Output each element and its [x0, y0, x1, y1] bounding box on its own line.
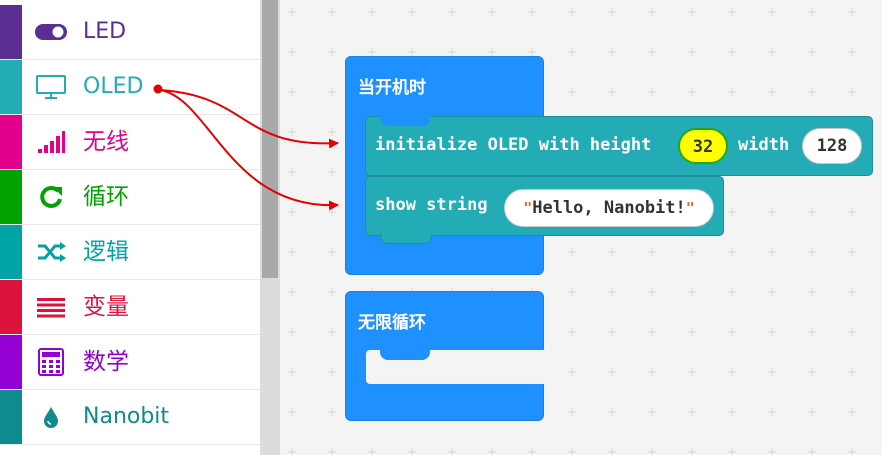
string-value: Hello, Nanobit! [532, 198, 686, 218]
category-color-stripe [0, 115, 22, 169]
category-loops[interactable]: 循环 [0, 170, 260, 225]
category-label: 循环 [83, 184, 129, 210]
signal-bars-icon [34, 129, 68, 155]
category-color-stripe [0, 5, 22, 59]
string-input[interactable]: "Hello, Nanobit!" [504, 189, 714, 227]
drop-icon [34, 404, 68, 430]
forever-block[interactable]: 无限循环 [345, 291, 544, 421]
category-nanobit[interactable]: Nanobit [0, 390, 260, 445]
toolbox-scrollbar-thumb[interactable] [262, 0, 278, 278]
toggle-icon [34, 19, 68, 45]
oled-init-text: initialize OLED with height [375, 135, 652, 155]
category-variables[interactable]: 变量 [0, 280, 260, 335]
calculator-icon [34, 348, 68, 376]
category-radio[interactable]: 无线 [0, 115, 260, 170]
oled-init-block[interactable]: initialize OLED with height 32 width 128 [365, 116, 873, 176]
category-color-stripe [0, 170, 22, 224]
show-string-block[interactable]: show string "Hello, Nanobit!" [365, 176, 724, 244]
category-label: 数学 [83, 349, 129, 375]
shuffle-icon [34, 239, 68, 265]
category-label: Nanobit [83, 404, 170, 429]
category-label: 变量 [83, 294, 129, 320]
category-math[interactable]: 数学 [0, 335, 260, 390]
category-logic[interactable]: 逻辑 [0, 225, 260, 280]
width-input[interactable]: 128 [802, 128, 862, 164]
list-lines-icon [34, 294, 68, 320]
block-notch [380, 234, 432, 244]
category-led[interactable]: LED [0, 5, 260, 60]
category-color-stripe [0, 225, 22, 279]
category-color-stripe [0, 60, 22, 114]
monitor-icon [34, 74, 68, 100]
category-label: 逻辑 [83, 239, 129, 265]
show-string-text: show string [375, 195, 488, 215]
category-color-stripe [0, 280, 22, 334]
category-color-stripe [0, 335, 22, 389]
on-start-title: 当开机时 [358, 78, 426, 98]
category-color-stripe [0, 390, 22, 444]
forever-title: 无限循环 [358, 313, 426, 333]
oled-width-text: width [738, 135, 790, 155]
category-label: LED [83, 19, 127, 44]
category-label: OLED [83, 74, 144, 99]
close-quote: " [685, 199, 695, 217]
refresh-icon [34, 184, 68, 210]
block-notch [380, 350, 430, 360]
category-oled[interactable]: OLED [0, 60, 260, 115]
block-notch [380, 116, 430, 126]
category-label: 无线 [83, 129, 129, 155]
toolbox: LED OLED 无线 循环 逻辑 变量 数学 Nanobit [0, 0, 262, 455]
height-input[interactable]: 32 [678, 128, 728, 164]
open-quote: " [523, 199, 533, 217]
